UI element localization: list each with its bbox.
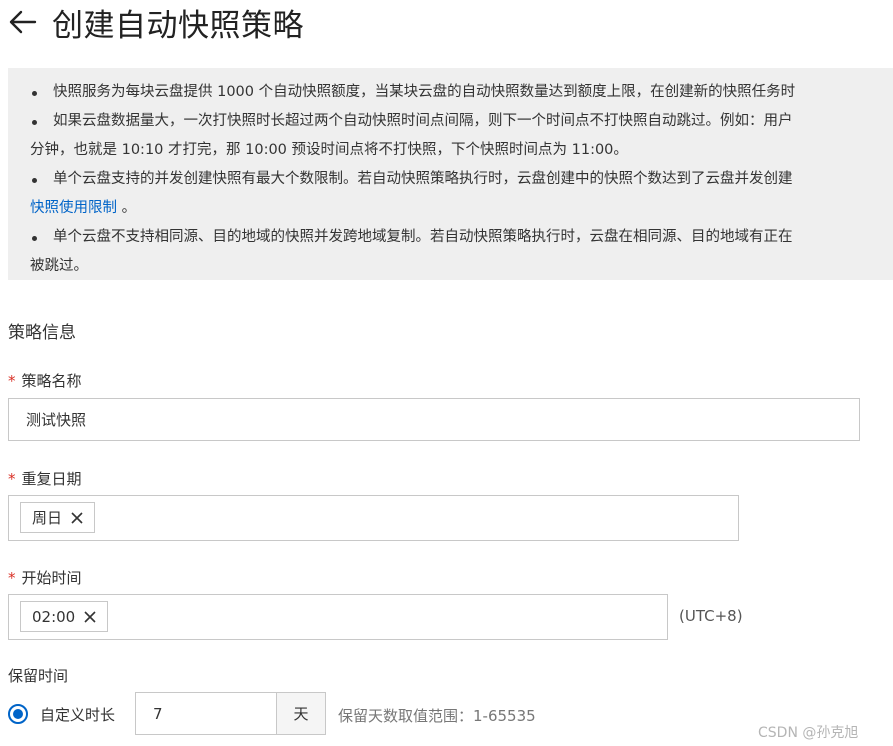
required-mark: * [8,372,16,390]
start-time-select[interactable]: 02:00 [8,594,668,640]
retention-days-value: 7 [153,704,163,723]
page-title: 创建自动快照策略 [52,7,304,44]
notice-item: 如果云盘数据量大，一次打快照时长超过两个自动快照时间点间隔，则下一个时间点不打快… [8,107,893,136]
repeat-days-label: * 重复日期 [8,470,82,488]
repeat-days-select[interactable]: 周日 [8,495,739,541]
required-mark: * [8,470,16,488]
retention-range-hint: 保留天数取值范围：1-65535 [338,707,536,725]
watermark: CSDN @孙克旭 [758,725,859,741]
policy-name-label: * 策略名称 [8,372,82,390]
radio-selected-dot [13,709,23,719]
custom-duration-radio[interactable] [8,704,28,724]
repeat-day-tag: 周日 [20,502,96,533]
custom-duration-label[interactable]: 自定义时长 [40,704,115,725]
notice-item: 单个云盘不支持相同源、目的地域的快照并发跨地域复制。若自动快照策略执行时，云盘在… [8,223,893,252]
start-time-tag: 02:00 [20,601,109,632]
notice-panel: 快照服务为每块云盘提供 1000 个自动快照额度，当某块云盘的自动快照数量达到额… [8,68,893,280]
section-title: 策略信息 [8,323,76,343]
policy-name-input[interactable]: 测试快照 [8,398,860,441]
close-icon[interactable] [70,511,84,525]
start-time-label: * 开始时间 [8,569,82,587]
timezone-text: (UTC+8) [679,607,743,625]
page-header: 创建自动快照策略 [8,0,304,44]
notice-item: 快照服务为每块云盘提供 1000 个自动快照额度，当某块云盘的自动快照数量达到额… [8,78,893,107]
close-icon[interactable] [83,610,97,624]
notice-item-continued: 分钟，也就是 10:10 才打完，那 10:00 预设时间点将不打快照，下个快照… [30,142,628,158]
back-arrow-icon[interactable] [8,7,38,37]
retention-days-input[interactable]: 7 [135,692,277,735]
policy-name-value: 测试快照 [26,411,87,429]
retention-label: 保留时间 [8,667,69,685]
notice-item-continued: 被跳过。 [30,258,88,274]
snapshot-limits-link[interactable]: 快照使用限制 [30,200,117,216]
notice-item-continued: 快照使用限制 。 [30,200,137,216]
notice-item: 单个云盘支持的并发创建快照有最大个数限制。若自动快照策略执行时，云盘创建中的快照… [8,165,893,194]
retention-unit: 天 [276,692,326,735]
required-mark: * [8,569,16,587]
